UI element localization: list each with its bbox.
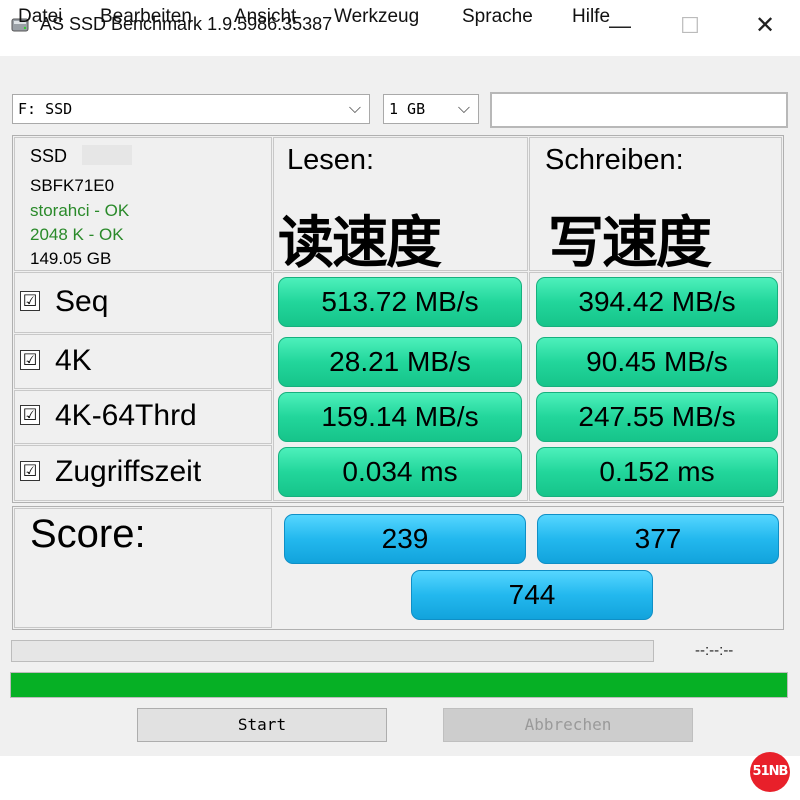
maximize-icon: ☐	[680, 13, 700, 38]
minimize-icon: —	[609, 13, 631, 38]
4k-read-value: 28.21 MB/s	[278, 337, 522, 387]
alignment-status: 2048 K - OK	[30, 225, 124, 244]
drive-capacity: 149.05 GB	[30, 249, 112, 268]
4k-checkbox[interactable]: ☑	[20, 350, 40, 370]
test-progress-bar	[11, 640, 654, 662]
status-textbox[interactable]	[490, 92, 788, 128]
read-score: 239	[284, 514, 526, 564]
row-cell	[14, 272, 272, 333]
chevron-down-icon: ⌵	[348, 98, 361, 117]
seq-write-value: 394.42 MB/s	[536, 277, 778, 327]
row-cell	[14, 334, 272, 389]
driver-status: storahci - OK	[30, 201, 130, 220]
write-column-title: Schreiben:	[545, 144, 684, 176]
access-time-read-value: 0.034 ms	[278, 447, 522, 497]
redacted-block	[82, 145, 132, 165]
overall-progress-fill	[11, 673, 787, 697]
menu-datei[interactable]: Datei	[18, 6, 62, 28]
access-time-write-value: 0.152 ms	[536, 447, 778, 497]
drive-select-value: F: SSD	[18, 100, 73, 118]
row-label-4k-64thrd: 4K-64Thrd	[55, 399, 197, 432]
seq-checkbox[interactable]: ☑	[20, 291, 40, 311]
close-button[interactable]: ✕	[745, 6, 785, 46]
row-label-seq: Seq	[55, 285, 109, 318]
score-label: Score:	[30, 512, 146, 556]
close-icon: ✕	[754, 12, 776, 39]
write-speed-annotation: 写速度	[548, 211, 712, 276]
maximize-button[interactable]: ☐	[670, 6, 710, 46]
access-time-checkbox[interactable]: ☑	[20, 461, 40, 481]
total-score: 744	[411, 570, 653, 620]
4k-64thrd-checkbox[interactable]: ☑	[20, 405, 40, 425]
watermark-logo: 51NB	[750, 752, 790, 792]
drive-model: SBFK71E0	[30, 176, 115, 195]
read-speed-annotation: 读速度	[278, 211, 442, 276]
menu-bearbeiten[interactable]: Bearbeiten	[100, 6, 192, 28]
row-label-access-time: Zugriffszeit	[55, 455, 202, 488]
drive-select[interactable]: F: SSD ⌵	[12, 94, 370, 124]
drive-name: SSD	[30, 146, 68, 166]
elapsed-time: --:--:--	[695, 642, 734, 659]
seq-read-value: 513.72 MB/s	[278, 277, 522, 327]
menu-hilfe[interactable]: Hilfe	[572, 6, 610, 28]
start-button[interactable]: Start	[137, 708, 387, 742]
4k-64thrd-read-value: 159.14 MB/s	[278, 392, 522, 442]
row-label-4k: 4K	[55, 344, 92, 377]
abort-button[interactable]: Abbrechen	[443, 708, 693, 742]
4k-write-value: 90.45 MB/s	[536, 337, 778, 387]
overall-progress-bar	[10, 672, 788, 698]
menu-werkzeug[interactable]: Werkzeug	[334, 6, 419, 28]
size-select-value: 1 GB	[389, 100, 426, 118]
write-score: 377	[537, 514, 779, 564]
read-column-title: Lesen:	[287, 144, 375, 176]
size-select[interactable]: 1 GB ⌵	[383, 94, 479, 124]
menu-bar	[0, 56, 800, 88]
menu-sprache[interactable]: Sprache	[462, 6, 533, 28]
menu-ansicht[interactable]: Ansicht	[234, 6, 296, 28]
chevron-down-icon: ⌵	[457, 98, 470, 117]
4k-64thrd-write-value: 247.55 MB/s	[536, 392, 778, 442]
